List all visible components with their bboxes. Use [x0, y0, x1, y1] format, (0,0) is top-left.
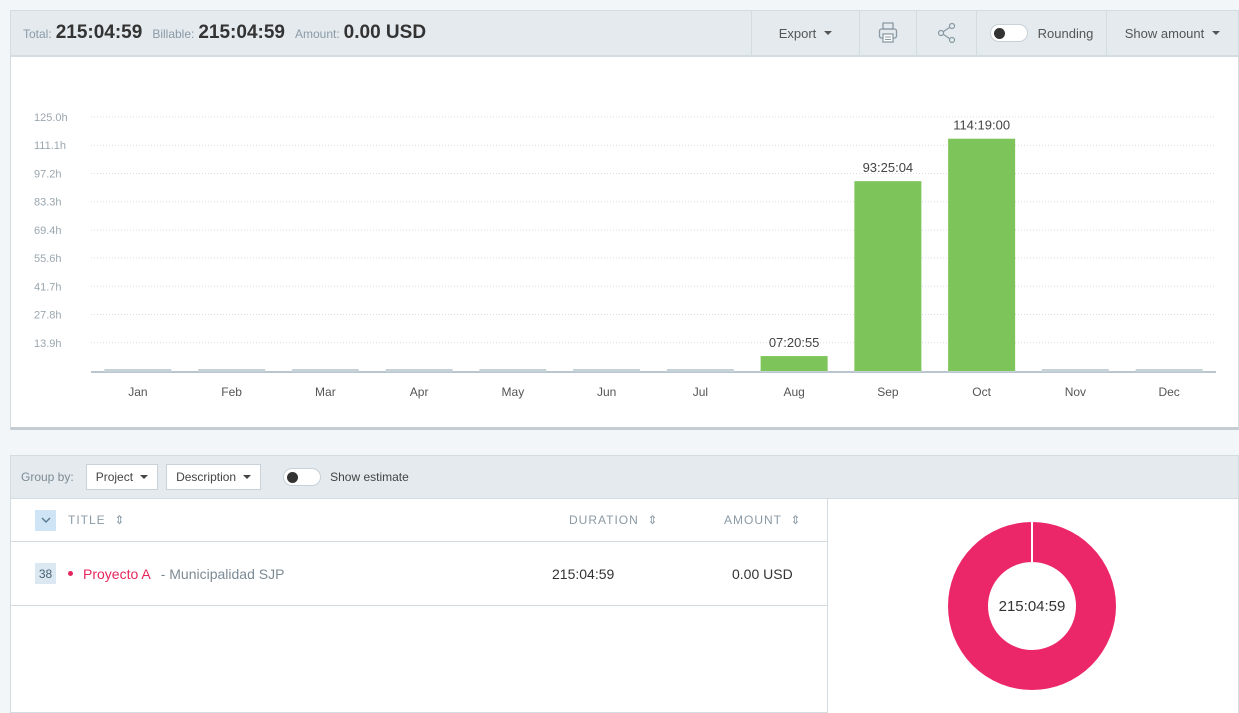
summary-bar: Total: 215:04:59 Billable: 215:04:59 Amo…	[10, 10, 1239, 56]
show-amount-dropdown[interactable]: Show amount	[1106, 11, 1238, 55]
bar-oct[interactable]	[948, 138, 1016, 371]
total-value: 215:04:59	[55, 22, 143, 43]
bar-chart-panel: 125.0h 111.1h 97.2h 83.3h 69.4h 55.6h 41.7h 27.…	[10, 56, 1239, 430]
column-duration-label: DURATION	[569, 513, 639, 527]
column-amount-label: AMOUNT	[724, 513, 782, 527]
chevron-down-icon	[243, 475, 252, 479]
column-duration-header[interactable]: DURATION ⇕	[569, 513, 724, 527]
group-project-label: Project	[95, 470, 134, 484]
print-button[interactable]	[859, 11, 916, 55]
donut-center-label: 215:04:59	[999, 598, 1066, 615]
bar-placeholder-dec	[1135, 369, 1203, 372]
bar-sep[interactable]	[854, 181, 922, 371]
billable-value: 215:04:59	[198, 22, 285, 43]
sort-icon: ⇕	[110, 513, 126, 527]
bar-placeholder-may	[479, 369, 547, 372]
data-label-oct: 114:19:00	[953, 118, 1010, 133]
amount-label: Amount:	[294, 27, 340, 41]
expand-all-button[interactable]	[35, 509, 56, 531]
y-tick-label: 111.1h	[34, 140, 66, 152]
table-row[interactable]: 38 Proyecto A - Municipalidad SJP 215:04…	[11, 542, 827, 606]
bar-aug[interactable]	[760, 356, 828, 371]
donut-chart: 215:04:59	[948, 522, 1116, 690]
project-color-dot	[68, 571, 73, 576]
chevron-down-icon	[824, 31, 833, 35]
row-amount: 0.00 USD	[732, 565, 793, 582]
show-estimate-toggle[interactable]: Show estimate	[283, 468, 409, 486]
billable-label: Billable:	[152, 27, 195, 41]
column-amount-header[interactable]: AMOUNT ⇕	[724, 513, 827, 527]
project-name[interactable]: Proyecto A	[83, 566, 151, 582]
sort-icon: ⇕	[786, 513, 802, 527]
group-by-bar: Group by: Project Description Show estim…	[10, 455, 1239, 499]
x-tick-label: Aug	[783, 385, 804, 399]
show-estimate-switch[interactable]	[283, 468, 322, 486]
group-by-label: Group by:	[21, 470, 74, 484]
bar-placeholder-feb	[198, 369, 266, 372]
x-tick-label: Sep	[877, 385, 899, 399]
share-button[interactable]	[916, 11, 976, 55]
data-label-sep: 93:25:04	[863, 160, 914, 175]
y-tick-label: 55.6h	[34, 253, 62, 265]
chevron-down-icon	[41, 517, 50, 523]
x-tick-label: Apr	[410, 385, 429, 399]
x-tick-label: Jul	[693, 385, 708, 399]
x-tick-label: Nov	[1065, 385, 1086, 399]
y-tick-label: 13.9h	[34, 338, 62, 350]
chevron-down-icon	[1212, 31, 1221, 35]
x-tick-label: Jun	[597, 385, 616, 399]
column-title-header[interactable]: TITLE ⇕	[68, 513, 569, 527]
y-tick-label: 97.2h	[34, 168, 62, 180]
x-tick-label: May	[502, 385, 525, 399]
y-tick-label: 27.8h	[34, 310, 62, 322]
report-table: TITLE ⇕ DURATION ⇕ AMOUNT ⇕ 38 Proyecto …	[10, 499, 828, 713]
y-tick-label: 69.4h	[34, 225, 62, 237]
show-estimate-label: Show estimate	[330, 470, 409, 484]
export-button[interactable]: Export	[751, 11, 859, 55]
chevron-down-icon	[140, 475, 149, 479]
export-label: Export	[778, 25, 817, 41]
x-tick-label: Mar	[315, 385, 336, 399]
bar-placeholder-nov	[1041, 369, 1109, 372]
share-icon	[937, 22, 955, 44]
bar-placeholder-jul	[666, 369, 734, 372]
donut-chart-panel: 215:04:59	[828, 499, 1239, 713]
table-header: TITLE ⇕ DURATION ⇕ AMOUNT ⇕	[11, 499, 827, 542]
bar-placeholder-apr	[385, 369, 453, 372]
y-tick-label: 41.7h	[34, 281, 62, 293]
group-description-label: Description	[176, 470, 237, 484]
group-project-dropdown[interactable]: Project	[85, 464, 159, 490]
bar-placeholder-mar	[291, 369, 359, 372]
client-name: - Municipalidad SJP	[160, 565, 285, 582]
y-tick-label: 125.0h	[34, 112, 68, 124]
x-tick-label: Jan	[128, 385, 147, 399]
rounding-toggle[interactable]: Rounding	[976, 11, 1106, 55]
group-description-dropdown[interactable]: Description	[166, 464, 262, 490]
amount-value: 0.00 USD	[343, 22, 427, 43]
printer-icon	[878, 22, 898, 43]
entry-count-badge[interactable]: 38	[35, 563, 56, 584]
bar-chart: 125.0h 111.1h 97.2h 83.3h 69.4h 55.6h 41.7h 27.…	[34, 112, 1216, 399]
rounding-label: Rounding	[1037, 25, 1094, 41]
rounding-switch[interactable]	[989, 24, 1028, 42]
bar-placeholder-jan	[104, 369, 172, 372]
show-amount-label: Show amount	[1124, 25, 1205, 41]
sort-icon: ⇕	[643, 513, 659, 527]
y-tick-label: 83.3h	[34, 197, 62, 209]
total-label: Total:	[23, 27, 52, 41]
column-title-label: TITLE	[68, 513, 106, 527]
x-tick-label: Oct	[972, 385, 991, 399]
data-label-aug: 07:20:55	[769, 335, 820, 350]
summary-totals: Total: 215:04:59 Billable: 215:04:59 Amo…	[11, 22, 751, 44]
bar-placeholder-jun	[573, 369, 641, 372]
x-tick-label: Dec	[1158, 385, 1179, 399]
x-tick-label: Feb	[221, 385, 242, 399]
row-duration: 215:04:59	[552, 565, 615, 582]
